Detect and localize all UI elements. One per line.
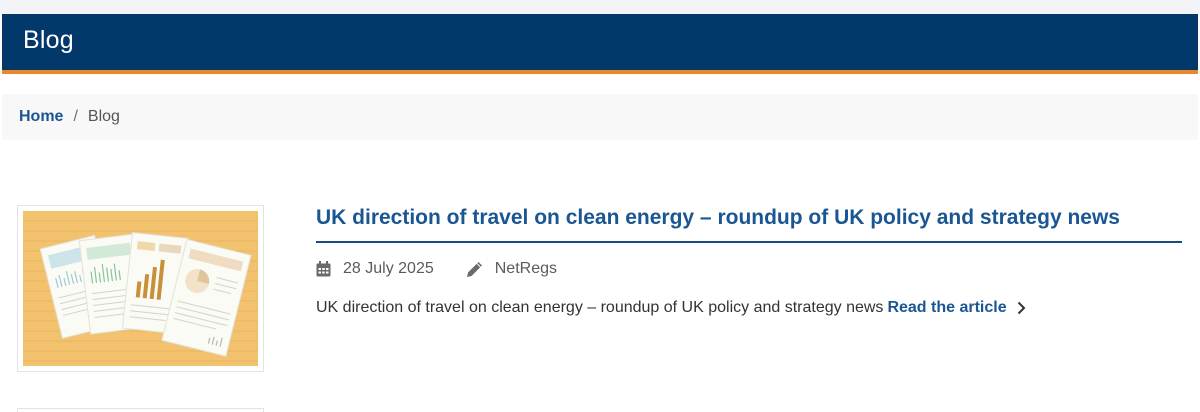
page-header: Blog — [2, 14, 1198, 74]
article-author: NetRegs — [466, 260, 557, 278]
pencil-icon — [466, 261, 482, 277]
breadcrumb-current: Blog — [87, 108, 120, 125]
article-item: UK direction of travel on clean energy –… — [316, 204, 1182, 319]
article-summary: UK direction of travel on clean energy –… — [316, 297, 1182, 319]
article-meta: 28 July 2025 NetRegs — [316, 259, 1182, 279]
article-date: 28 July 2025 — [316, 260, 434, 278]
breadcrumb-home-link[interactable]: Home — [19, 108, 63, 126]
breadcrumb: Home / Blog — [2, 94, 1198, 140]
article-thumbnail[interactable] — [17, 205, 264, 372]
read-article-label: Read the article — [887, 299, 1007, 316]
next-article-thumbnail[interactable] — [17, 408, 264, 412]
calendar-icon — [316, 261, 331, 277]
article-author-text: NetRegs — [494, 260, 557, 277]
top-strip — [0, 0, 1200, 14]
chevron-right-icon — [1017, 301, 1026, 315]
read-article-link[interactable]: Read the article — [887, 297, 1026, 319]
article-summary-text: UK direction of travel on clean energy –… — [316, 299, 884, 316]
article-date-text: 28 July 2025 — [343, 260, 434, 277]
documents-illustration — [23, 211, 258, 366]
article-title-link[interactable]: UK direction of travel on clean energy –… — [316, 204, 1182, 243]
page-title: Blog — [23, 26, 74, 54]
breadcrumb-separator: / — [73, 108, 78, 125]
